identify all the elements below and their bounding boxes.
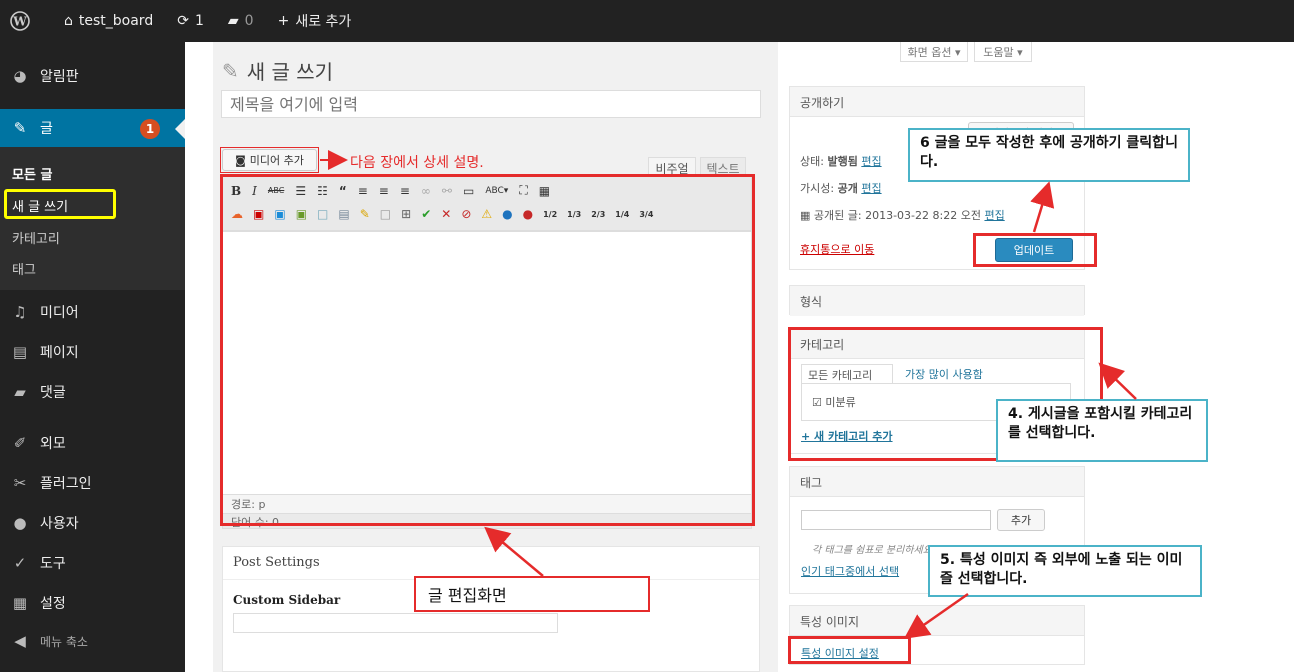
publish-box-title: 공개하기 — [790, 87, 1084, 117]
comment-icon: ▰ — [227, 13, 239, 29]
updates-link[interactable]: ⟳ 1 — [171, 13, 204, 29]
collapse-menu-button[interactable]: ◀ 메뉴 축소 — [0, 621, 185, 661]
admin-bar: W ⌂ test_board ⟳ 1 ▰ 0 + 새로 추가 — [0, 0, 1294, 42]
custom-sidebar-label: Custom Sidebar — [233, 593, 341, 607]
visibility-edit-link[interactable]: 편집 — [861, 182, 881, 195]
comment-icon: ▰ — [14, 383, 26, 401]
active-menu-arrow — [175, 119, 185, 139]
pushpin-icon: ✎ — [13, 119, 27, 137]
sidebar-item-media[interactable]: ♫ 미디어 — [0, 292, 185, 332]
visibility-row: 가시성: 공개 편집 — [800, 182, 882, 195]
tags-hint: 각 태그를 쉼표로 분리하세요. — [812, 545, 936, 556]
status-row: 상태: 발행됨 편집 — [800, 155, 882, 168]
sidebar-item-dashboard[interactable]: ◕ 알림판 — [0, 56, 185, 96]
featured-image-title: 특성 이미지 — [790, 606, 1084, 636]
home-icon: ⌂ — [64, 13, 73, 29]
new-content-link[interactable]: + 새로 추가 — [272, 11, 352, 31]
help-button[interactable]: 도움말 ▾ — [974, 42, 1032, 62]
page-icon: ▤ — [12, 343, 28, 361]
publish-callout: 6 글을 모두 작성한 후에 공개하기 클릭합니다. — [908, 128, 1190, 182]
sidebar-sub-category[interactable]: 카테고리 — [12, 228, 60, 247]
plug-icon: ✂ — [13, 474, 27, 492]
format-box: 형식 — [789, 285, 1085, 316]
add-tag-button[interactable]: 추가 — [997, 509, 1045, 531]
tags-box-title: 태그 — [790, 467, 1084, 497]
featured-image-callout: 5. 특성 이미지 즉 외부에 노출 되는 이미즐 선택합니다. — [928, 545, 1202, 597]
date-edit-link[interactable]: 편집 — [984, 209, 1004, 222]
page-title: ✎ 새 글 쓰기 — [222, 58, 334, 85]
svg-text:W: W — [12, 15, 27, 29]
screen-options-button[interactable]: 화면 옵션 ▾ — [900, 42, 968, 62]
posts-step-badge: 1 — [140, 119, 160, 139]
category-callout: 4. 게시글을 포함시킬 카테고리를 선택합니다. — [996, 399, 1208, 462]
featured-image-highlight — [788, 636, 911, 664]
calendar-icon: ▦ — [800, 209, 811, 222]
popular-tags-link[interactable]: 인기 태그중에서 선택 — [801, 563, 899, 579]
next-page-note: 다음 장에서 상세 설명. — [350, 155, 484, 171]
wrench-icon: ✓ — [13, 554, 27, 572]
wordpress-logo-icon[interactable]: W — [10, 11, 30, 31]
sidebar-sub-all-posts[interactable]: 모든 글 — [12, 164, 52, 183]
move-to-trash-link[interactable]: 휴지통으로 이동 — [800, 241, 874, 257]
sidebar-item-users[interactable]: ● 사용자 — [0, 503, 185, 543]
sidebar-item-tools[interactable]: ✓ 도구 — [0, 543, 185, 583]
update-highlight — [973, 233, 1097, 267]
settings-icon: ▦ — [12, 594, 28, 612]
sidebar-item-comments[interactable]: ▰ 댓글 — [0, 372, 185, 412]
tag-input[interactable] — [801, 510, 991, 530]
sidebar-item-appearance[interactable]: ✐ 외모 — [0, 423, 185, 463]
plus-icon: + — [277, 13, 290, 29]
add-media-highlight — [220, 147, 319, 173]
sidebar-sub-tag[interactable]: 태그 — [12, 259, 36, 278]
editor-callout: 글 편집화면 — [414, 576, 650, 612]
brush-icon: ✐ — [13, 434, 27, 452]
refresh-icon: ⟳ — [177, 13, 189, 29]
site-name-link[interactable]: ⌂ test_board — [58, 13, 153, 29]
sidebar-item-plugins[interactable]: ✂ 플러그인 — [0, 463, 185, 503]
dashboard-icon: ◕ — [13, 67, 27, 85]
user-icon: ● — [13, 514, 27, 532]
sidebar-item-pages[interactable]: ▤ 페이지 — [0, 332, 185, 372]
published-date-row: ▦ 공개된 글: 2013-03-22 8:22 오전 편집 — [800, 209, 1005, 222]
media-icon: ♫ — [13, 303, 27, 321]
format-box-title: 형식 — [790, 286, 1084, 316]
pushpin-icon: ✎ — [222, 58, 239, 83]
editor-highlight — [220, 174, 755, 526]
custom-sidebar-select[interactable] — [233, 613, 558, 633]
sidebar-item-posts[interactable]: ✎ 글 1 — [0, 109, 185, 147]
collapse-arrow-icon: ◀ — [14, 632, 26, 650]
post-title-input[interactable] — [221, 90, 761, 118]
sidebar-item-settings[interactable]: ▦ 설정 — [0, 583, 185, 623]
comments-link[interactable]: ▰ 0 — [222, 13, 254, 29]
status-edit-link[interactable]: 편집 — [861, 155, 881, 168]
new-post-highlight — [4, 189, 116, 219]
